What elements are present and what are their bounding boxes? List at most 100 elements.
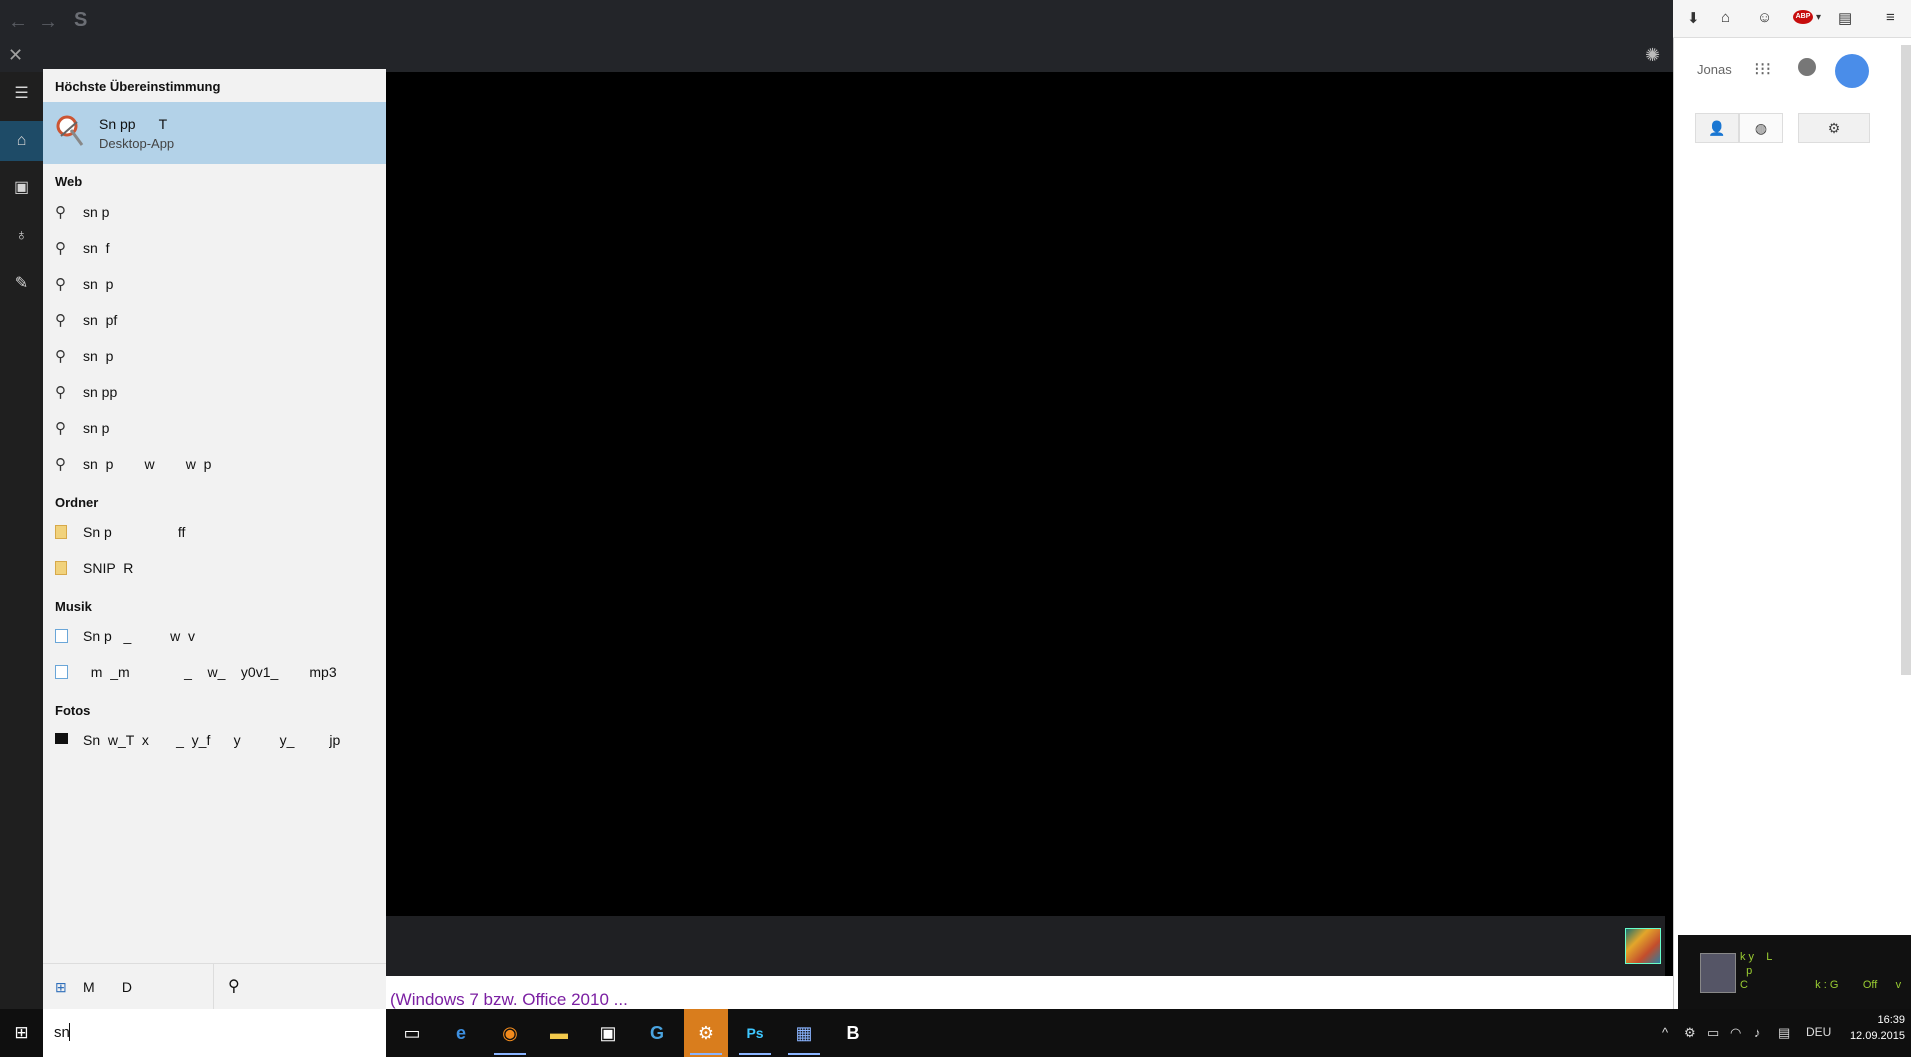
article-link[interactable]: (Windows 7 bzw. Office 2010 ... <box>390 990 628 1010</box>
web-result-item[interactable]: ⚲ sn p <box>43 267 386 301</box>
wifi-icon[interactable]: ◠ <box>1730 1025 1741 1041</box>
firefox-icon[interactable]: ◉ <box>488 1009 532 1057</box>
user-name[interactable]: Jonas <box>1697 62 1732 77</box>
edge-icon[interactable]: e <box>439 1009 483 1057</box>
music-result-item[interactable]: m _m _ w_ y0v1_ mp3 <box>43 655 386 689</box>
folder-result-label: SNIP R <box>83 560 134 576</box>
search-icon: ⚲ <box>55 276 66 293</box>
text-cursor <box>69 1023 70 1041</box>
chat-widget[interactable]: k y L p C k : G Off v <box>1678 935 1911 1009</box>
web-result-label: sn p <box>83 420 110 436</box>
my-stuff-button[interactable]: M D <box>83 979 132 995</box>
video-player[interactable] <box>386 72 1665 916</box>
steam-icon[interactable]: ⚙ <box>684 1009 728 1057</box>
store-icon[interactable]: ▣ <box>586 1009 630 1057</box>
tab-settings[interactable]: ⚙ <box>1798 113 1870 143</box>
search-icon: ⚲ <box>55 420 66 437</box>
folder-icon <box>55 561 67 575</box>
start-button[interactable]: ⊞ <box>0 1009 43 1057</box>
web-result-item[interactable]: ⚲ sn f <box>43 231 386 265</box>
web-result-label: sn pp <box>83 384 118 400</box>
tab-globe[interactable]: ◍ <box>1739 113 1783 143</box>
chevron-up-icon[interactable]: ^ <box>1662 1025 1668 1040</box>
web-result-label: sn p <box>83 204 110 220</box>
hamburger-menu-icon[interactable]: ☰ <box>0 74 43 114</box>
chat-line: C k : G Off v <box>1740 979 1902 991</box>
divider <box>213 964 214 1009</box>
photo-result-item[interactable]: Sn w_T x _ y_f y y_ jp <box>43 723 386 757</box>
steam-tray-icon[interactable]: ⚙ <box>1684 1025 1696 1041</box>
search-icon: ⚲ <box>55 240 66 257</box>
window-app-icon[interactable]: ▦ <box>782 1009 826 1057</box>
web-result-item[interactable]: ⚲ sn p w w p <box>43 447 386 481</box>
search-icon: ⚲ <box>55 456 66 473</box>
chevron-down-icon[interactable]: ▾ <box>1816 12 1821 23</box>
loading-icon: ✺ <box>1645 45 1661 65</box>
avatar <box>1700 953 1736 993</box>
section-header-web: Web <box>55 174 83 189</box>
g-app-icon[interactable]: G <box>635 1009 679 1057</box>
chat-icon[interactable]: ☺ <box>1757 9 1772 26</box>
search-input[interactable]: sn <box>54 1024 70 1041</box>
notifications-icon[interactable] <box>1798 58 1816 76</box>
download-icon[interactable]: ⬇ <box>1687 9 1700 27</box>
web-result-item[interactable]: ⚲ sn pf <box>43 303 386 337</box>
clock[interactable]: 16:39 12.09.2015 <box>1845 1012 1905 1044</box>
site-icon: S <box>74 9 88 31</box>
section-header-folders: Ordner <box>55 495 99 510</box>
web-result-item[interactable]: ⚲ sn p <box>43 411 386 445</box>
folder-result-item[interactable]: Sn p ff <box>43 515 386 549</box>
start-left-rail: ☰ ⌂ ▣ ♁ ✎ <box>0 72 43 1009</box>
web-result-item[interactable]: ⚲ sn pp <box>43 375 386 409</box>
folder-result-label: Sn p ff <box>83 524 186 540</box>
abp-icon[interactable]: ABP <box>1793 10 1813 24</box>
best-match-subtitle: Desktop-App <box>99 136 175 151</box>
web-result-item[interactable]: ⚲ sn p <box>43 339 386 373</box>
home-icon[interactable]: ⌂ <box>0 121 43 161</box>
action-center-icon[interactable]: ▤ <box>1778 1025 1790 1041</box>
notebook-icon[interactable]: ▣ <box>0 168 43 208</box>
web-result-label: sn pf <box>83 312 118 328</box>
browser-toolbar: ← → S ✺ <box>0 0 1673 72</box>
explorer-icon[interactable]: ▬ <box>537 1009 581 1057</box>
forward-icon[interactable]: → <box>38 12 58 32</box>
music-file-icon <box>55 629 68 643</box>
web-result-label: sn p <box>83 348 114 364</box>
web-search-icon[interactable]: ⚲ <box>228 976 240 996</box>
photo-result-label: Sn w_T x _ y_f y y_ jp <box>83 732 341 748</box>
avatar[interactable] <box>1835 54 1869 88</box>
language-indicator[interactable]: DEU <box>1806 1025 1831 1039</box>
menu-icon[interactable]: ≡ <box>1886 9 1895 26</box>
feedback-icon[interactable]: ✎ <box>0 264 43 304</box>
chat-line: p <box>1740 965 1753 977</box>
search-footer: ⊞ M D ⚲ <box>43 963 386 1009</box>
battery-icon[interactable]: ▭ <box>1707 1025 1719 1041</box>
browser-right-toolbar: ⬇ ⌂ ☺ ABP ▾ ▤ ≡ <box>1673 0 1911 38</box>
folder-result-item[interactable]: SNIP R <box>43 551 386 585</box>
sidebar-scrollbar[interactable] <box>1901 45 1911 675</box>
section-header-photos: Fotos <box>55 703 91 718</box>
task-view-icon[interactable]: ▭ <box>390 1009 434 1057</box>
search-icon: ⚲ <box>55 384 66 401</box>
clock-date: 12.09.2015 <box>1849 1030 1905 1042</box>
home-icon[interactable]: ⌂ <box>1721 9 1730 26</box>
video-thumbnail[interactable] <box>1625 928 1661 964</box>
back-icon[interactable]: ← <box>8 12 28 32</box>
volume-icon[interactable]: ♪ <box>1754 1025 1761 1040</box>
taskbar-search-box[interactable]: sn <box>43 1009 386 1057</box>
chat-line: k y L <box>1740 951 1773 963</box>
reader-icon[interactable]: ▤ <box>1838 9 1852 27</box>
photoshop-icon[interactable]: Ps <box>733 1009 777 1057</box>
tab-person[interactable]: 👤 <box>1695 113 1739 143</box>
best-match-item[interactable]: Sn pp T Desktop-App <box>43 102 386 164</box>
music-result-item[interactable]: Sn p _ w v <box>43 619 386 653</box>
windows-logo-icon: ⊞ <box>55 979 67 995</box>
video-control-bar[interactable] <box>386 916 1665 976</box>
web-result-item[interactable]: ⚲ sn p <box>43 195 386 229</box>
lightbulb-icon[interactable]: ♁ <box>0 216 43 256</box>
section-header-music: Musik <box>55 599 92 614</box>
apps-grid-icon[interactable]: ⁝⁝⁝ <box>1754 59 1771 80</box>
close-icon[interactable]: ✕ <box>8 45 23 66</box>
b-app-icon[interactable]: B <box>831 1009 875 1057</box>
search-icon: ⚲ <box>55 348 66 365</box>
